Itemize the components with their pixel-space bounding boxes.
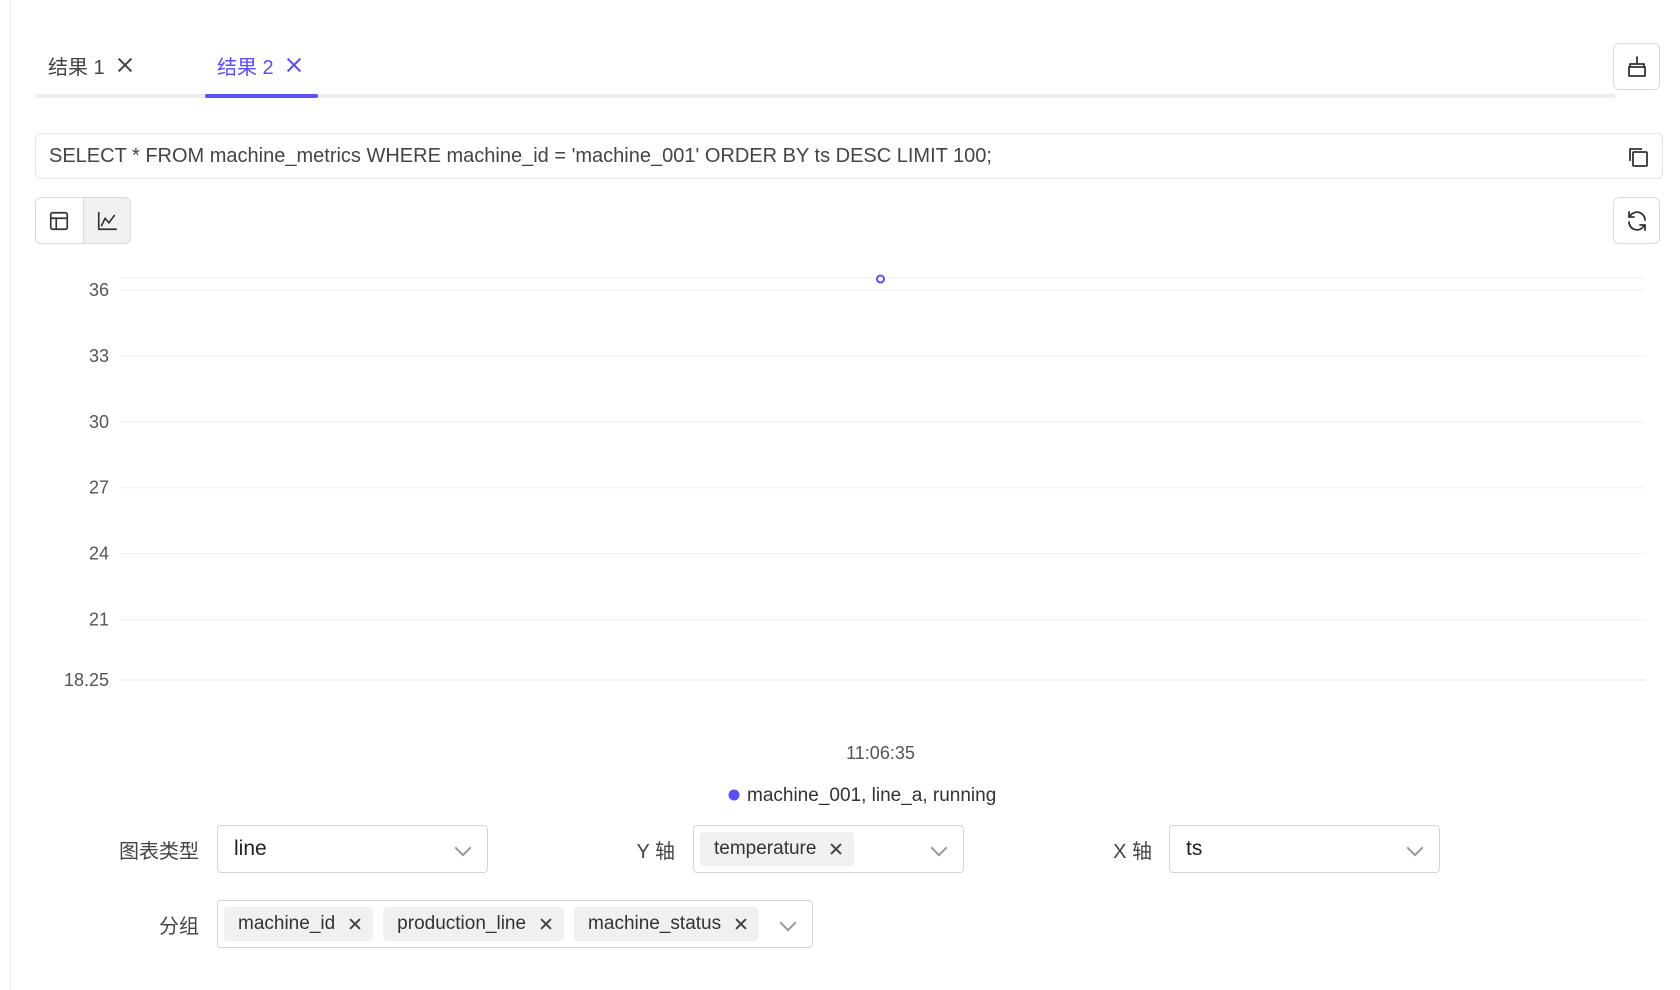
x-axis-label: X 轴 xyxy=(1113,840,1152,863)
chevron-down-icon xyxy=(930,839,948,857)
tag-label: production_line xyxy=(397,913,527,934)
chevron-down-icon xyxy=(779,914,797,932)
sql-query-box: SELECT * FROM machine_metrics WHERE mach… xyxy=(35,133,1663,179)
x-axis-select[interactable]: ts xyxy=(1169,825,1440,873)
tag-label: temperature xyxy=(714,838,817,859)
remove-tag-icon[interactable] xyxy=(540,918,552,930)
remove-tag-icon[interactable] xyxy=(735,918,747,930)
tab-result-1[interactable]: 结果 1 xyxy=(48,50,133,80)
sql-text: SELECT * FROM machine_metrics WHERE mach… xyxy=(49,144,992,167)
legend-label: machine_001, line_a, running xyxy=(747,785,996,806)
tab-label: 结果 2 xyxy=(217,56,274,79)
chevron-down-icon xyxy=(1406,839,1424,857)
y-tick-label: 33 xyxy=(89,346,109,366)
y-tick-label: 36 xyxy=(89,280,109,300)
close-icon[interactable] xyxy=(286,57,302,73)
copy-icon[interactable] xyxy=(1626,145,1650,169)
legend-marker xyxy=(728,789,740,801)
group-select[interactable]: machine_id production_line machine_status xyxy=(217,900,813,948)
table-icon xyxy=(50,211,69,230)
selected-tag: machine_id xyxy=(224,907,374,941)
x-axis-value: ts xyxy=(1186,837,1203,860)
y-tick-label: 30 xyxy=(89,412,109,432)
x-tick-label: 11:06:35 xyxy=(846,743,915,763)
selected-tag: temperature xyxy=(700,832,855,866)
chart-type-label: 图表类型 xyxy=(119,840,199,863)
y-axis-select[interactable]: temperature xyxy=(693,825,964,873)
close-icon[interactable] xyxy=(117,57,133,73)
y-tick-label: 24 xyxy=(89,544,109,564)
chart-view-button[interactable] xyxy=(82,198,130,243)
line-chart-icon xyxy=(97,211,117,230)
selected-tag: production_line xyxy=(383,907,565,941)
tag-label: machine_id xyxy=(238,913,336,934)
broom-icon xyxy=(1627,55,1646,77)
tab-result-2[interactable]: 结果 2 xyxy=(217,50,302,80)
remove-tag-icon[interactable] xyxy=(349,918,361,930)
clear-button[interactable] xyxy=(1613,43,1660,90)
data-point xyxy=(876,274,885,284)
group-label: 分组 xyxy=(159,915,199,938)
remove-tag-icon[interactable] xyxy=(830,843,842,855)
refresh-icon xyxy=(1627,210,1646,231)
refresh-button[interactable] xyxy=(1613,197,1660,244)
selected-tag: machine_status xyxy=(574,907,760,941)
y-tick-label: 18.25 xyxy=(64,670,109,690)
chevron-down-icon xyxy=(454,839,472,857)
line-chart: 18.25 21 24 27 30 33 36 11:06:35 machine_001, li… xyxy=(64,274,1645,806)
tab-active-indicator xyxy=(205,94,318,98)
chart-type-select[interactable]: line xyxy=(217,825,488,873)
y-tick-label: 21 xyxy=(89,610,109,630)
view-toggle xyxy=(35,197,131,244)
tab-label: 结果 1 xyxy=(48,56,105,79)
table-view-button[interactable] xyxy=(36,198,83,243)
chart-type-value: line xyxy=(234,837,267,860)
y-tick-label: 27 xyxy=(89,478,109,498)
y-axis-label: Y 轴 xyxy=(636,840,675,863)
tag-label: machine_status xyxy=(588,913,722,934)
